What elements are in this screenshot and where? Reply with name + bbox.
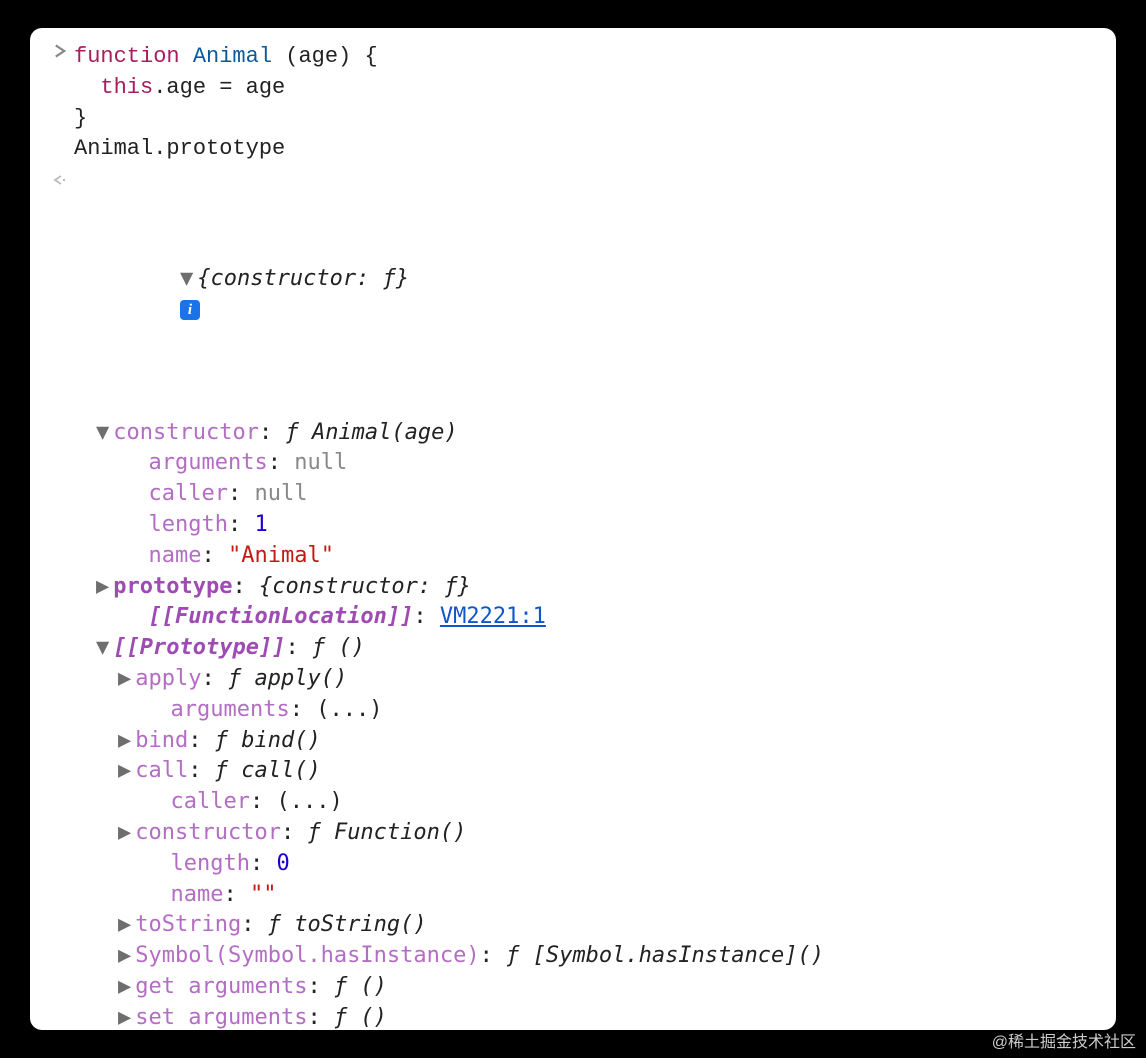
tree-row[interactable]: [[FunctionLocation]]: VM2221:1 — [74, 602, 1100, 633]
code-line: this.age = age — [74, 73, 1100, 104]
expand-arrow-down-icon[interactable]: ▼ — [180, 266, 193, 291]
tree-row[interactable]: ▶call: ƒ call() — [74, 756, 1100, 787]
tree-spacer — [118, 604, 145, 629]
expand-arrow-right-icon[interactable]: ▶ — [118, 666, 131, 691]
watermark-text: @稀土掘金技术社区 — [992, 1032, 1136, 1054]
property-key: arguments — [171, 697, 290, 722]
tree-row[interactable]: ▶apply: ƒ apply() — [74, 664, 1100, 695]
property-key: bind — [135, 728, 188, 753]
expand-arrow-right-icon[interactable]: ▶ — [118, 820, 131, 845]
tree-row[interactable]: ▶bind: ƒ bind() — [74, 726, 1100, 757]
expand-arrow-right-icon[interactable]: ▶ — [96, 574, 109, 599]
code-line: } — [74, 104, 1100, 135]
expand-arrow-right-icon[interactable]: ▶ — [118, 1005, 131, 1030]
property-value: "Animal" — [228, 543, 334, 568]
property-key: constructor — [113, 420, 259, 445]
property-value: ƒ () — [334, 974, 387, 999]
property-key: constructor — [135, 820, 281, 845]
expand-arrow-right-icon[interactable]: ▶ — [118, 758, 131, 783]
property-value: {constructor: ƒ} — [259, 574, 471, 599]
property-value: ƒ [Symbol.hasInstance]() — [506, 943, 824, 968]
property-value: 1 — [254, 512, 267, 537]
expand-arrow-down-icon[interactable]: ▼ — [96, 420, 109, 445]
property-key: apply — [135, 666, 201, 691]
expand-arrow-down-icon[interactable]: ▼ — [96, 635, 109, 660]
property-value: 0 — [276, 851, 289, 876]
property-key: Symbol(Symbol.hasInstance) — [135, 943, 479, 968]
property-value: ƒ () — [334, 1005, 387, 1030]
property-key: prototype — [113, 574, 232, 599]
property-key: caller — [171, 789, 250, 814]
tree-row[interactable]: name: "" — [74, 880, 1100, 911]
expand-arrow-right-icon[interactable]: ▶ — [118, 943, 131, 968]
tree-row[interactable]: length: 0 — [74, 849, 1100, 880]
property-key: length — [149, 512, 228, 537]
property-value: ƒ Animal(age) — [285, 420, 457, 445]
tree-row[interactable]: ▼[[Prototype]]: ƒ () — [74, 633, 1100, 664]
property-key: name — [171, 882, 224, 907]
property-value: (...) — [316, 697, 382, 722]
property-value: ƒ toString() — [268, 912, 427, 937]
property-key: get arguments — [135, 974, 307, 999]
property-value: "" — [250, 882, 277, 907]
property-key: [[Prototype]] — [113, 635, 285, 660]
property-value: ƒ Function() — [307, 820, 466, 845]
tree-spacer — [140, 851, 167, 876]
tree-row[interactable]: ▼constructor: ƒ Animal(age) — [74, 418, 1100, 449]
tree-spacer — [118, 543, 145, 568]
tree-row[interactable]: caller: (...) — [74, 787, 1100, 818]
tree-row[interactable]: ▶set arguments: ƒ () — [74, 1003, 1100, 1030]
tree-spacer — [118, 450, 145, 475]
tree-row[interactable]: name: "Animal" — [74, 541, 1100, 572]
property-key: toString — [135, 912, 241, 937]
code-line: Animal.prototype — [74, 134, 1100, 165]
tree-spacer — [118, 481, 145, 506]
tree-row[interactable]: arguments: (...) — [74, 695, 1100, 726]
tree-row[interactable]: ▶constructor: ƒ Function() — [74, 818, 1100, 849]
expand-arrow-right-icon[interactable]: ▶ — [118, 912, 131, 937]
tree-row[interactable]: ▶Symbol(Symbol.hasInstance): ƒ [Symbol.h… — [74, 941, 1100, 972]
console-input-code[interactable]: function Animal (age) { this.age = age}A… — [74, 42, 1100, 165]
property-key: call — [135, 758, 188, 783]
property-key: arguments — [149, 450, 268, 475]
property-key: [[FunctionLocation]] — [149, 604, 414, 629]
tree-row[interactable]: ▶prototype: {constructor: ƒ} — [74, 572, 1100, 603]
property-value: null — [294, 450, 347, 475]
console-result-content: ▼{constructor: ƒ} i ▼constructor: ƒ Anim… — [74, 171, 1100, 1030]
output-prompt-icon — [46, 171, 74, 187]
console-result-row: ▼{constructor: ƒ} i ▼constructor: ƒ Anim… — [46, 171, 1100, 1030]
console-panel: function Animal (age) { this.age = age}A… — [30, 28, 1116, 1030]
code-line: function Animal (age) { — [74, 42, 1100, 73]
tree-row[interactable]: length: 1 — [74, 510, 1100, 541]
property-key: length — [171, 851, 250, 876]
object-tree: ▼constructor: ƒ Animal(age) arguments: n… — [74, 418, 1100, 1030]
tree-row[interactable]: ▶get arguments: ƒ () — [74, 972, 1100, 1003]
expand-arrow-right-icon[interactable]: ▶ — [118, 974, 131, 999]
tree-row[interactable]: ▶toString: ƒ toString() — [74, 910, 1100, 941]
property-value: null — [254, 481, 307, 506]
tree-row[interactable]: arguments: null — [74, 448, 1100, 479]
tree-spacer — [140, 789, 167, 814]
result-summary-line[interactable]: ▼{constructor: ƒ} i — [74, 233, 1100, 356]
property-key: set arguments — [135, 1005, 307, 1030]
info-icon[interactable]: i — [180, 300, 200, 320]
property-value: ƒ call() — [215, 758, 321, 783]
property-key: name — [149, 543, 202, 568]
expand-arrow-right-icon[interactable]: ▶ — [118, 728, 131, 753]
property-value: ƒ () — [312, 635, 365, 660]
property-value: (...) — [276, 789, 342, 814]
tree-row[interactable]: caller: null — [74, 479, 1100, 510]
property-value: ƒ apply() — [228, 666, 347, 691]
source-link[interactable]: VM2221:1 — [440, 604, 546, 629]
tree-spacer — [118, 512, 145, 537]
console-input-row: function Animal (age) { this.age = age}A… — [46, 42, 1100, 165]
input-prompt-icon — [46, 42, 74, 58]
property-key: caller — [149, 481, 228, 506]
tree-spacer — [140, 882, 167, 907]
property-value: ƒ bind() — [215, 728, 321, 753]
tree-spacer — [140, 697, 167, 722]
